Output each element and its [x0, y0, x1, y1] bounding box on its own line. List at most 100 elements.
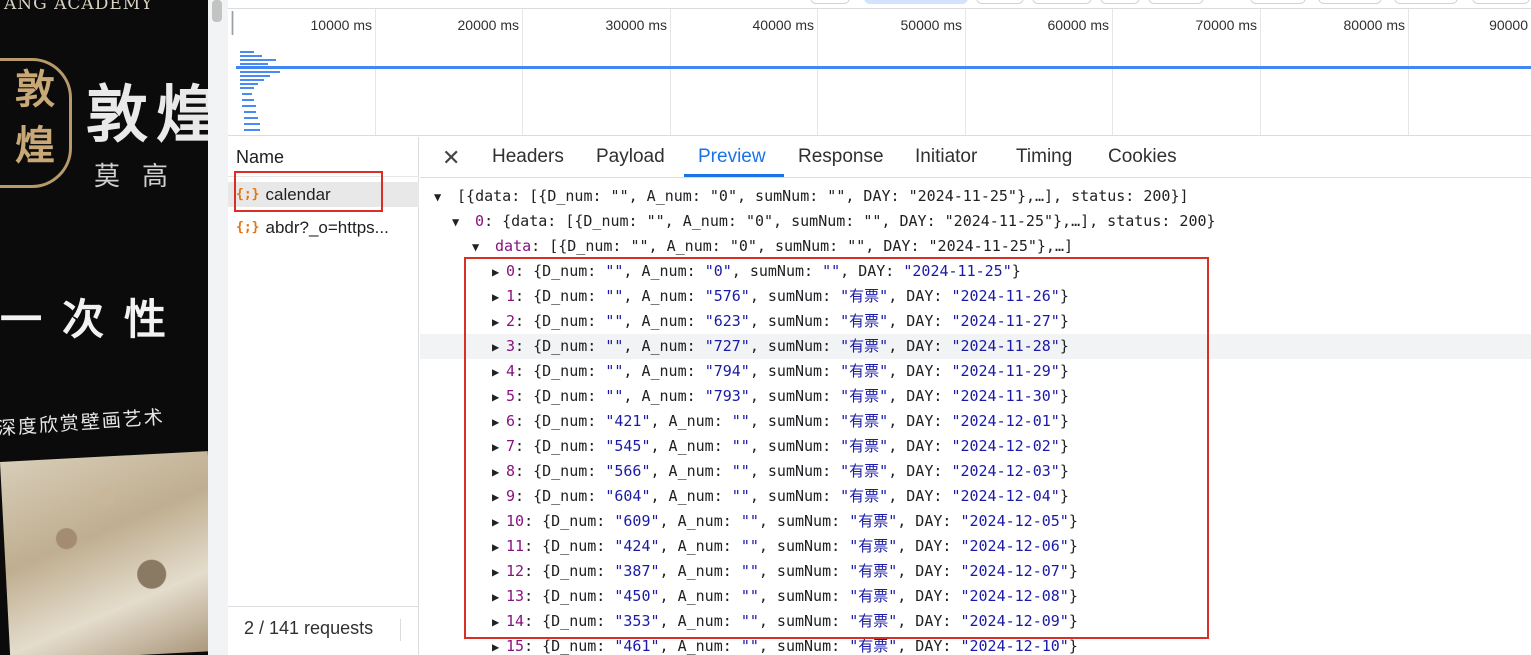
collapsed-triangle-icon[interactable]: ▶: [492, 585, 506, 610]
row-index: 7: [506, 437, 516, 455]
row-index: 13: [506, 587, 525, 605]
a-num-value: "": [740, 512, 759, 530]
data-row[interactable]: ▶ 13: {D_num: "450", A_num: "", sumNum: "…: [420, 584, 1531, 609]
page-scroll-track: [208, 0, 228, 655]
waterfall-bar: [242, 105, 256, 107]
data-row[interactable]: ▶ 14: {D_num: "353", A_num: "", sumNum: "…: [420, 609, 1531, 634]
waterfall-bar: [242, 93, 252, 95]
collapsed-triangle-icon[interactable]: ▶: [492, 410, 506, 435]
toolbar-filter-button[interactable]: [1472, 0, 1530, 4]
tab-timing[interactable]: Timing: [1016, 146, 1072, 168]
red-highlight-box: [234, 171, 383, 212]
timeline-gridline: [375, 9, 376, 135]
timeline-tick-label: 40000 ms: [752, 17, 814, 33]
data-row[interactable]: ▶ 12: {D_num: "387", A_num: "", sumNum: "…: [420, 559, 1531, 584]
tab-cookies[interactable]: Cookies: [1108, 146, 1177, 168]
data-row[interactable]: ▶ 15: {D_num: "461", A_num: "", sumNum: "…: [420, 634, 1531, 655]
sum-num-value: "有票": [840, 387, 889, 405]
timeline-gridline: [817, 9, 818, 135]
toolbar-filter-button[interactable]: [1100, 0, 1140, 4]
collapsed-triangle-icon[interactable]: ▶: [492, 285, 506, 310]
site-slogan: 一次性: [0, 296, 187, 343]
network-overview-timeline[interactable]: 10000 ms 20000 ms 30000 ms 40000 ms 5000…: [228, 8, 1531, 136]
expanded-triangle-icon[interactable]: ▼: [472, 235, 486, 260]
data-row[interactable]: ▶ 0: {D_num: "", A_num: "0", sumNum: "", …: [420, 259, 1531, 284]
tree-root[interactable]: ▼ [{data: [{D_num: "", A_num: "0", sumNu…: [420, 184, 1531, 209]
site-title: 敦煌: [86, 78, 208, 151]
sum-num-value: "有票": [849, 587, 898, 605]
collapsed-triangle-icon[interactable]: ▶: [492, 385, 506, 410]
sum-num-value: "有票": [849, 512, 898, 530]
expanded-triangle-icon[interactable]: ▼: [434, 185, 448, 210]
request-row-abdr[interactable]: {;} abdr?_o=https...: [228, 215, 419, 240]
waterfall-bar: [244, 117, 258, 119]
day-value: "2024-12-06": [960, 537, 1069, 555]
toolbar-filter-button[interactable]: [976, 0, 1024, 4]
sum-num-value: "有票": [849, 537, 898, 555]
data-row[interactable]: ▶ 1: {D_num: "", A_num: "576", sumNum: "有…: [420, 284, 1531, 309]
d-num-value: "": [605, 312, 624, 330]
sum-num-value: "有票": [840, 462, 889, 480]
data-row[interactable]: ▶ 3: {D_num: "", A_num: "727", sumNum: "有…: [420, 334, 1531, 359]
sum-num-value: "有票": [840, 412, 889, 430]
collapsed-triangle-icon[interactable]: ▶: [492, 485, 506, 510]
collapsed-triangle-icon[interactable]: ▶: [492, 435, 506, 460]
toolbar-filter-button[interactable]: [1250, 0, 1306, 4]
toolbar-filter-button[interactable]: [1148, 0, 1204, 4]
day-value: "2024-11-28": [951, 337, 1060, 355]
collapsed-triangle-icon[interactable]: ▶: [492, 260, 506, 285]
timeline-tick-label: 80000 ms: [1343, 17, 1405, 33]
page-scrollbar-thumb[interactable]: [212, 0, 222, 22]
data-row[interactable]: ▶ 6: {D_num: "421", A_num: "", sumNum: "有…: [420, 409, 1531, 434]
overview-range-handle[interactable]: [231, 11, 234, 35]
tab-headers[interactable]: Headers: [492, 146, 564, 168]
close-icon[interactable]: ✕: [442, 145, 460, 171]
timeline-gridline: [670, 9, 671, 135]
toolbar-filter-button[interactable]: [1394, 0, 1458, 4]
collapsed-triangle-icon[interactable]: ▶: [492, 610, 506, 635]
row-index: 8: [506, 462, 516, 480]
day-value: "2024-11-29": [951, 362, 1060, 380]
data-row[interactable]: ▶ 4: {D_num: "", A_num: "794", sumNum: "有…: [420, 359, 1531, 384]
collapsed-triangle-icon[interactable]: ▶: [492, 535, 506, 560]
collapsed-triangle-icon[interactable]: ▶: [492, 635, 506, 655]
tab-preview[interactable]: Preview: [698, 146, 766, 168]
data-row[interactable]: ▶ 8: {D_num: "566", A_num: "", sumNum: "有…: [420, 459, 1531, 484]
data-row[interactable]: ▶ 10: {D_num: "609", A_num: "", sumNum: "…: [420, 509, 1531, 534]
data-row[interactable]: ▶ 7: {D_num: "545", A_num: "", sumNum: "有…: [420, 434, 1531, 459]
data-row[interactable]: ▶ 11: {D_num: "424", A_num: "", sumNum: "…: [420, 534, 1531, 559]
toolbar-filter-button[interactable]: [1318, 0, 1382, 4]
collapsed-triangle-icon[interactable]: ▶: [492, 360, 506, 385]
toolbar-filter-button[interactable]: [810, 0, 850, 4]
tab-payload[interactable]: Payload: [596, 146, 665, 168]
sum-num-value: "有票": [840, 287, 889, 305]
tab-response[interactable]: Response: [798, 146, 884, 168]
collapsed-triangle-icon[interactable]: ▶: [492, 510, 506, 535]
toolbar-filter-button[interactable]: [1032, 0, 1092, 4]
collapsed-triangle-icon[interactable]: ▶: [492, 460, 506, 485]
tree-data[interactable]: ▼ data: [{D_num: "", A_num: "0", sumNum:…: [420, 234, 1531, 259]
toolbar-filter-selected[interactable]: [864, 0, 968, 4]
d-num-value: "387": [614, 562, 660, 580]
tree-item-0[interactable]: ▼ 0: {data: [{D_num: "", A_num: "0", sum…: [420, 209, 1531, 234]
expanded-triangle-icon[interactable]: ▼: [452, 210, 466, 235]
a-num-value: "0": [704, 262, 732, 280]
data-summary: [{D_num: "", A_num: "0", sumNum: "", DAY…: [549, 237, 1074, 255]
item-summary: {data: [{D_num: "", A_num: "0", sumNum: …: [502, 212, 1216, 230]
site-subtitle: 莫高: [94, 162, 191, 192]
data-row[interactable]: ▶ 5: {D_num: "", A_num: "793", sumNum: "有…: [420, 384, 1531, 409]
timeline-tick-label: 60000 ms: [1047, 17, 1109, 33]
data-row[interactable]: ▶ 9: {D_num: "604", A_num: "", sumNum: "有…: [420, 484, 1531, 509]
tab-initiator[interactable]: Initiator: [915, 146, 977, 168]
data-row[interactable]: ▶ 2: {D_num: "", A_num: "623", sumNum: "有…: [420, 309, 1531, 334]
waterfall-bar: [244, 129, 260, 131]
collapsed-triangle-icon[interactable]: ▶: [492, 310, 506, 335]
collapsed-triangle-icon[interactable]: ▶: [492, 560, 506, 585]
d-num-value: "450": [614, 587, 660, 605]
a-num-value: "727": [704, 337, 750, 355]
website-background: ANG ACADEMY 敦煌 敦煌 莫高 一次性 深度欣赏壁画艺术: [0, 0, 208, 655]
waterfall-bar: [240, 55, 262, 57]
a-num-value: "794": [704, 362, 750, 380]
sum-num-value: "": [822, 262, 841, 280]
collapsed-triangle-icon[interactable]: ▶: [492, 335, 506, 360]
